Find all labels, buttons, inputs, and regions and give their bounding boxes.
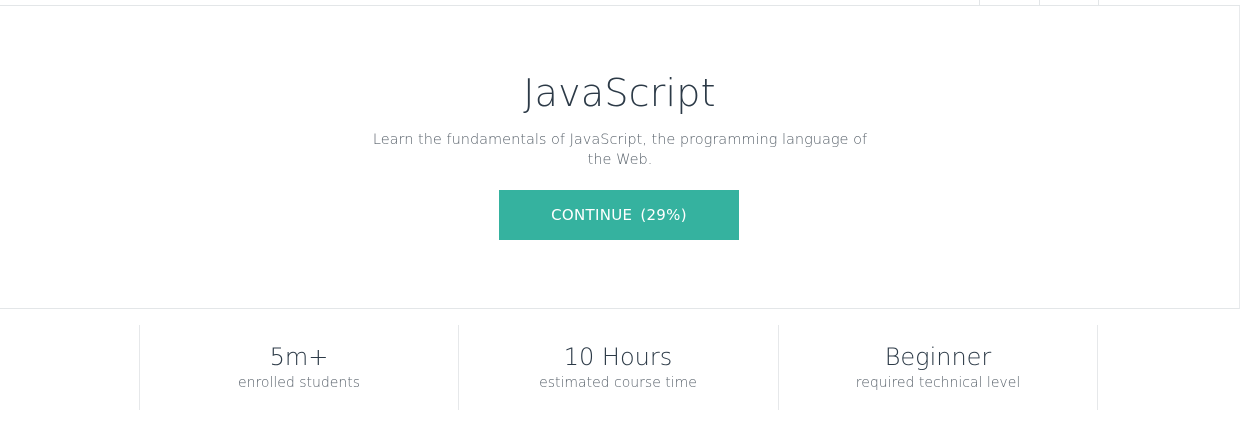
stat-value: Beginner bbox=[884, 343, 992, 371]
stat-value: 10 Hours bbox=[563, 343, 673, 371]
nav-divider bbox=[979, 0, 980, 5]
stat-technical-level: Beginner required technical level bbox=[778, 325, 1098, 410]
progress-percentage: (29%) bbox=[640, 206, 687, 224]
course-hero: JavaScript Learn the fundamentals of Jav… bbox=[0, 6, 1240, 309]
stat-enrolled-students: 5m+ enrolled students bbox=[139, 325, 458, 410]
stat-label: estimated course time bbox=[539, 375, 697, 391]
nav-divider bbox=[1039, 0, 1040, 5]
continue-label: CONTINUE bbox=[551, 206, 633, 224]
course-title: JavaScript bbox=[523, 71, 716, 115]
stat-value: 5m+ bbox=[269, 343, 329, 371]
stat-course-time: 10 Hours estimated course time bbox=[458, 325, 777, 410]
nav-divider bbox=[1098, 0, 1099, 5]
course-stats: 5m+ enrolled students 10 Hours estimated… bbox=[0, 309, 1240, 425]
stat-label: required technical level bbox=[855, 375, 1021, 391]
course-description: Learn the fundamentals of JavaScript, th… bbox=[372, 132, 868, 168]
continue-button[interactable]: CONTINUE (29%) bbox=[499, 190, 739, 240]
stat-label: enrolled students bbox=[237, 375, 361, 391]
